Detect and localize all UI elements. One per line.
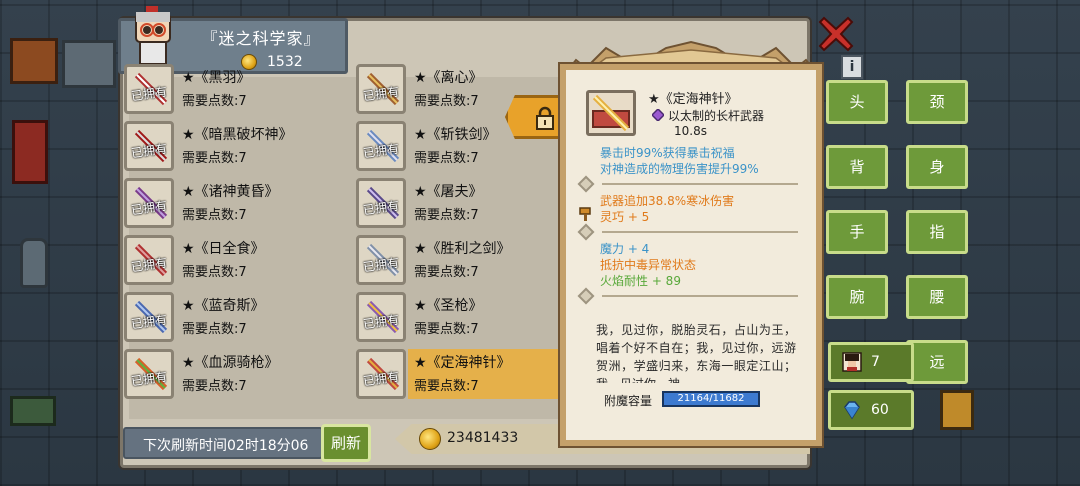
refresh-button[interactable]: 刷新 xyxy=(321,424,371,462)
vending-machine xyxy=(940,390,974,430)
item-cost: 需要点数:7 xyxy=(414,94,479,109)
item-thumbnail: 已拥有 xyxy=(124,292,174,342)
shop-item[interactable]: 已拥有 ★《暗黑破坏神》 需要点数:7 xyxy=(124,119,334,175)
diamond-icon xyxy=(844,401,860,420)
detail-effect-line: 火焰耐性 + 89 xyxy=(600,274,681,288)
wall-cabinet xyxy=(10,38,58,84)
red-chair xyxy=(12,120,48,184)
item-cost: 需要点数:7 xyxy=(182,322,247,337)
shop-item[interactable]: 已拥有 ★《定海神针》 需要点数:7 xyxy=(356,347,568,403)
item-cost: 需要点数:7 xyxy=(414,265,479,280)
item-name: ★《定海神针》 xyxy=(414,355,511,371)
hammer-icon xyxy=(579,207,591,221)
item-name: ★《胜利之剑》 xyxy=(414,241,511,257)
computer-terminal xyxy=(10,396,56,426)
gold-coin-icon xyxy=(419,428,441,450)
item-name: ★《诸神黄昏》 xyxy=(182,184,279,200)
item-cost: 需要点数:7 xyxy=(182,265,247,280)
gem-count: 60 xyxy=(871,402,889,418)
item-cost: 需要点数:7 xyxy=(414,379,479,394)
slot-neck[interactable]: 颈 xyxy=(906,80,968,124)
item-name: ★《血源骑枪》 xyxy=(182,355,279,371)
detail-lore-text: 我，见过你，脱胎灵石，占山为王，唱着个好不自在；我，见过你，远游贺洲，学盛归来，… xyxy=(596,323,796,383)
shop-item[interactable]: 已拥有 ★《胜利之剑》 需要点数:7 xyxy=(356,233,566,289)
item-thumbnail: 已拥有 xyxy=(356,64,406,114)
info-button[interactable]: i xyxy=(841,55,863,79)
detail-separator xyxy=(602,231,798,233)
detail-item-name: ★《定海神针》 xyxy=(648,92,738,107)
slot-ranged[interactable]: 远 xyxy=(906,340,968,384)
item-cost: 需要点数:7 xyxy=(414,151,479,166)
slot-finger[interactable]: 指 xyxy=(906,210,968,254)
item-thumbnail: 已拥有 xyxy=(124,349,174,399)
golden-staff-icon xyxy=(592,94,630,132)
detail-effect-line: 武器追加38.8%寒冰伤害 xyxy=(600,194,735,208)
shop-item[interactable]: 已拥有 ★《诸神黄昏》 需要点数:7 xyxy=(124,176,334,232)
detail-separator xyxy=(602,183,798,185)
flower-vase xyxy=(20,238,48,288)
detail-effect-line: 抵抗中毒异常状态 xyxy=(600,258,697,272)
item-thumbnail: 已拥有 xyxy=(124,64,174,114)
gold-total: 23481433 xyxy=(447,430,519,446)
detail-attack-interval: 10.8s xyxy=(674,124,707,138)
item-name: ★《离心》 xyxy=(414,70,483,86)
purple-gem-icon xyxy=(652,109,664,121)
slot-back[interactable]: 背 xyxy=(826,145,888,189)
shop-item[interactable]: 已拥有 ★《血源骑枪》 需要点数:7 xyxy=(124,347,334,403)
detail-effect-line: 灵巧 + 5 xyxy=(600,210,650,224)
slot-waist[interactable]: 腰 xyxy=(906,275,968,319)
enchant-capacity-value: 21164/11682 xyxy=(677,393,745,404)
shop-item[interactable]: 已拥有 ★《黑羽》需要点数:7 xyxy=(124,62,334,118)
item-name: ★《暗黑破坏神》 xyxy=(182,127,293,143)
item-cost: 需要点数:7 xyxy=(182,94,247,109)
item-cost: 需要点数:7 xyxy=(414,322,479,337)
item-thumbnail: 已拥有 xyxy=(124,178,174,228)
ticket-counter[interactable]: 7 xyxy=(828,342,914,382)
item-name: ★《蓝奇斯》 xyxy=(182,298,265,314)
detail-effect-line: 对神造成的物理伤害提升99% xyxy=(600,162,759,176)
item-detail-popup: ★《定海神针》 以太制的长杆武器 10.8s 暴击时99%获得暴击祝福 对神造成… xyxy=(556,40,826,448)
ticket-count: 7 xyxy=(871,354,880,370)
enchant-capacity-label: 附魔容量 xyxy=(604,394,653,408)
item-cost: 需要点数:7 xyxy=(182,379,247,394)
player-title: 『迷之科学家』 xyxy=(201,29,321,48)
item-name: ★《黑羽》 xyxy=(182,70,251,86)
item-cost: 需要点数:7 xyxy=(182,208,247,223)
item-name: ★《屠夫》 xyxy=(414,184,483,200)
item-thumbnail: 已拥有 xyxy=(124,121,174,171)
detail-effect-line: 魔力 + 4 xyxy=(600,242,650,256)
detail-effect-line: 暴击时99%获得暴击祝福 xyxy=(600,146,735,160)
shop-item[interactable]: 已拥有 ★《蓝奇斯》 需要点数:7 xyxy=(124,290,334,346)
item-thumbnail: 已拥有 xyxy=(356,292,406,342)
shop-item[interactable]: 已拥有 ★《日全食》 需要点数:7 xyxy=(124,233,334,289)
item-thumbnail: 已拥有 xyxy=(356,178,406,228)
character-ticket-icon xyxy=(842,352,862,372)
detail-item-type: 以太制的长杆武器 xyxy=(668,109,765,123)
item-thumbnail: 已拥有 xyxy=(356,121,406,171)
shelf xyxy=(62,40,116,88)
enchant-capacity-bar: 21164/11682 xyxy=(662,391,760,407)
item-thumbnail: 已拥有 xyxy=(124,235,174,285)
slot-hand[interactable]: 手 xyxy=(826,210,888,254)
close-icon[interactable] xyxy=(818,16,854,52)
item-thumbnail: 已拥有 xyxy=(356,235,406,285)
item-cost: 需要点数:7 xyxy=(182,151,247,166)
detail-separator xyxy=(602,295,798,297)
slot-wrist[interactable]: 腕 xyxy=(826,275,888,319)
lock-icon xyxy=(536,106,554,130)
refresh-timer-text: 下次刷新时间02时18分06 xyxy=(143,438,309,454)
item-name: ★《日全食》 xyxy=(182,241,265,257)
shop-item[interactable]: 已拥有 ★《屠夫》需要点数:7 xyxy=(356,176,566,232)
item-cost: 需要点数:7 xyxy=(414,208,479,223)
slot-head[interactable]: 头 xyxy=(826,80,888,124)
item-name: ★《斩铁剑》 xyxy=(414,127,497,143)
slot-body[interactable]: 身 xyxy=(906,145,968,189)
refresh-timer: 下次刷新时间02时18分06 xyxy=(123,427,323,459)
shop-item[interactable]: 已拥有 ★《圣枪》需要点数:7 xyxy=(356,290,566,346)
gem-counter[interactable]: 60 xyxy=(828,390,914,430)
item-thumbnail: 已拥有 xyxy=(356,349,406,399)
detail-weapon-thumb xyxy=(586,90,636,136)
item-name: ★《圣枪》 xyxy=(414,298,483,314)
